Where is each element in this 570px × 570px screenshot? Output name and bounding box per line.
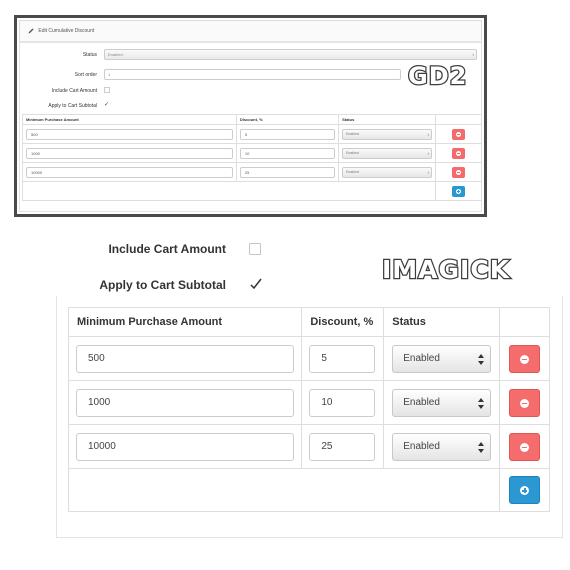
gd2-sort-order-label: Sort order [74, 72, 97, 78]
remove-row-button[interactable] [509, 432, 541, 461]
status-select-value: Enabled [403, 352, 440, 364]
gd2-status-select[interactable]: Enabled [104, 49, 477, 60]
gd2-header-discount: Discount, % [235, 114, 340, 125]
status-select[interactable]: Enabled [392, 344, 492, 373]
include-cart-amount-label: Include Cart Amount [108, 242, 226, 256]
include-cart-amount-checkbox[interactable] [249, 243, 261, 255]
gd2-discount-table: Minimum Purchase Amount Discount, % Stat… [21, 114, 482, 201]
gd2-label: GD2 [407, 61, 468, 92]
minus-circle-icon [456, 131, 462, 137]
header-actions [499, 307, 550, 337]
minus-circle-icon [456, 150, 462, 156]
remove-row-button[interactable] [509, 344, 541, 373]
minus-circle-icon [520, 442, 530, 452]
status-select-value: Enabled [403, 396, 440, 408]
status-select[interactable]: Enabled [392, 432, 492, 461]
gd2-status-select[interactable]: Enabled [342, 166, 433, 178]
gd2-header-actions [435, 114, 482, 125]
discount-table: Minimum Purchase Amount Discount, % Stat… [67, 307, 550, 512]
apply-to-subtotal-label: Apply to Cart Subtotal [99, 278, 226, 292]
add-row [67, 468, 550, 512]
table-row: 500 5 Enabled [22, 124, 482, 144]
minus-circle-icon [520, 354, 530, 364]
gd2-table-header: Minimum Purchase Amount Discount, % Stat… [22, 114, 482, 125]
gd2-remove-button[interactable] [452, 166, 466, 178]
amount-input[interactable]: 10000 [76, 432, 295, 461]
gd2-status-select[interactable]: Enabled [342, 147, 433, 159]
gd2-amount-input[interactable]: 1000 [26, 147, 233, 159]
include-cart-amount-row: Include Cart Amount [0, 239, 226, 259]
status-select[interactable]: Enabled [392, 388, 492, 417]
apply-to-subtotal-checkbox[interactable] [249, 276, 263, 292]
gd2-apply-subtotal-checkbox[interactable]: ✓ [104, 100, 109, 111]
plus-circle-icon [456, 188, 462, 194]
up-down-arrows-icon [478, 441, 485, 453]
gd2-sort-order-input[interactable]: 1 [104, 69, 401, 80]
apply-to-subtotal-row: Apply to Cart Subtotal [0, 275, 226, 295]
up-down-arrows-icon [478, 397, 485, 409]
discount-input[interactable]: 10 [309, 388, 376, 417]
amount-input[interactable]: 1000 [76, 388, 295, 417]
minus-circle-icon [456, 169, 462, 175]
gd2-header-amount: Minimum Purchase Amount [22, 114, 237, 125]
gd2-discount-input[interactable]: 25 [239, 166, 336, 178]
discount-input[interactable]: 5 [309, 344, 376, 373]
table-row: 1000 10 Enabled [22, 143, 482, 163]
gd2-add-button[interactable] [452, 185, 466, 197]
minus-circle-icon [520, 398, 530, 408]
remove-row-button[interactable] [509, 388, 541, 417]
gd2-status-row: Status Enabled [20, 49, 481, 61]
gd2-panel-title: Edit Cumulative Discount [38, 28, 95, 34]
gd2-status-label: Status [82, 52, 97, 58]
gd2-screenshot-frame: Edit Cumulative Discount Status Enabled … [14, 15, 487, 217]
table-row: 1000 10 Enabled [67, 380, 550, 425]
table-row: 10000 25 Enabled [22, 162, 482, 182]
gd2-add-row [21, 181, 482, 201]
gd2-header-status: Status [338, 114, 437, 125]
add-row-button[interactable] [509, 476, 541, 504]
pencil-icon [28, 28, 34, 34]
gd2-apply-subtotal-row: Apply to Cart Subtotal ✓ [20, 100, 481, 112]
gd2-status-select[interactable]: Enabled [342, 128, 433, 140]
gd2-amount-input[interactable]: 10000 [26, 166, 233, 178]
gd2-panel-heading: Edit Cumulative Discount [19, 20, 482, 42]
checkmark-icon [250, 278, 262, 290]
gd2-remove-button[interactable] [452, 128, 466, 140]
gd2-remove-button[interactable] [452, 147, 466, 159]
header-discount: Discount, % [301, 307, 385, 337]
gd2-include-cart-checkbox[interactable] [104, 87, 110, 93]
header-minimum-purchase-amount: Minimum Purchase Amount [67, 307, 303, 337]
table-row: 500 5 Enabled [67, 336, 550, 381]
imagick-label: IMAGICK [381, 254, 511, 286]
gd2-amount-input[interactable]: 500 [26, 128, 233, 140]
header-status: Status [383, 307, 501, 337]
table-row: 10000 25 Enabled [67, 424, 550, 469]
plus-circle-icon [520, 486, 530, 495]
gd2-discount-input[interactable]: 5 [239, 128, 336, 140]
add-row-spacer [67, 468, 501, 512]
gd2-include-cart-label: Include Cart Amount [51, 88, 97, 94]
status-select-value: Enabled [403, 440, 440, 452]
table-header: Minimum Purchase Amount Discount, % Stat… [67, 307, 550, 337]
amount-input[interactable]: 500 [76, 344, 295, 373]
gd2-discount-input[interactable]: 10 [239, 147, 336, 159]
gd2-apply-subtotal-label: Apply to Cart Subtotal [48, 103, 97, 109]
up-down-arrows-icon [478, 353, 485, 365]
discount-input[interactable]: 25 [309, 432, 376, 461]
